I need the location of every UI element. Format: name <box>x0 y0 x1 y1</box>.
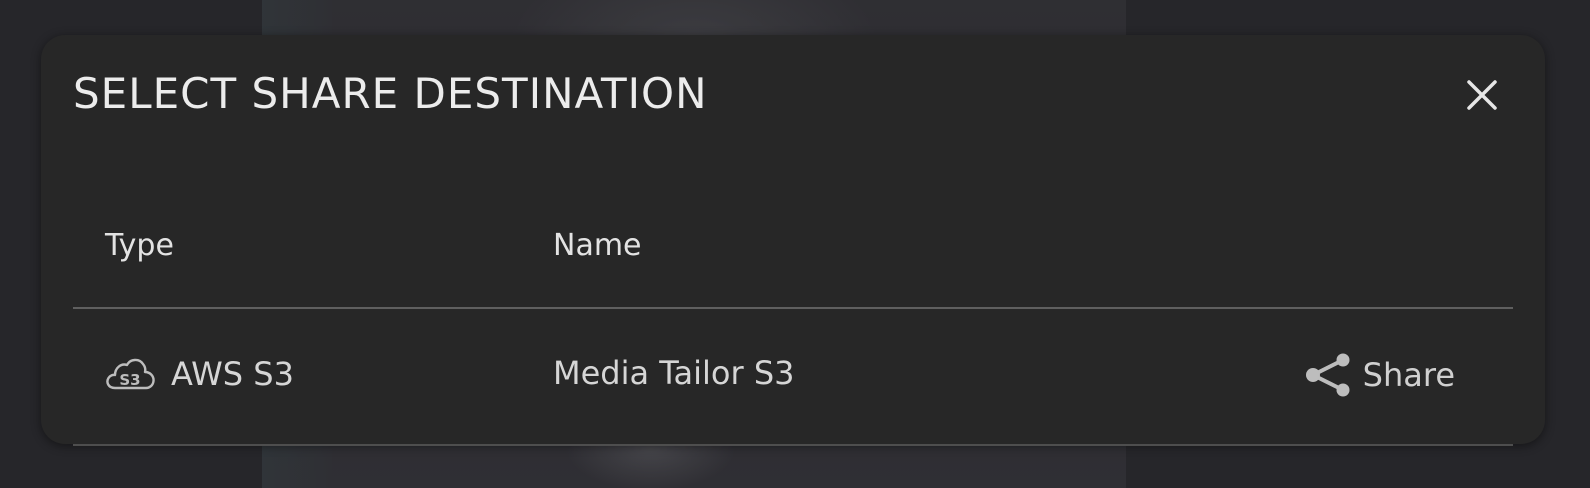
share-icon <box>1305 353 1350 397</box>
share-destination-dialog: SELECT SHARE DESTINATION Type Name S3 AW… <box>41 35 1545 446</box>
table-row: S3 AWS S3 Media Tailor S3 Share <box>73 309 1513 446</box>
type-cell: S3 AWS S3 <box>105 357 294 391</box>
destinations-table: Type Name S3 AWS S3 Media Tailor S3 Shar… <box>73 185 1513 446</box>
aws-s3-cloud-icon: S3 <box>106 358 155 390</box>
svg-text:S3: S3 <box>119 371 140 389</box>
name-cell: Media Tailor S3 <box>553 357 795 389</box>
column-header-name: Name <box>553 228 642 263</box>
share-button[interactable]: Share <box>1303 353 1455 397</box>
close-icon <box>1467 80 1497 110</box>
dialog-title: SELECT SHARE DESTINATION <box>73 69 708 118</box>
destination-name: Media Tailor S3 <box>553 354 795 392</box>
share-label: Share <box>1362 356 1455 394</box>
type-label: AWS S3 <box>171 355 294 393</box>
close-button[interactable] <box>1463 76 1501 114</box>
column-header-type: Type <box>105 228 174 263</box>
table-header: Type Name <box>73 185 1513 309</box>
